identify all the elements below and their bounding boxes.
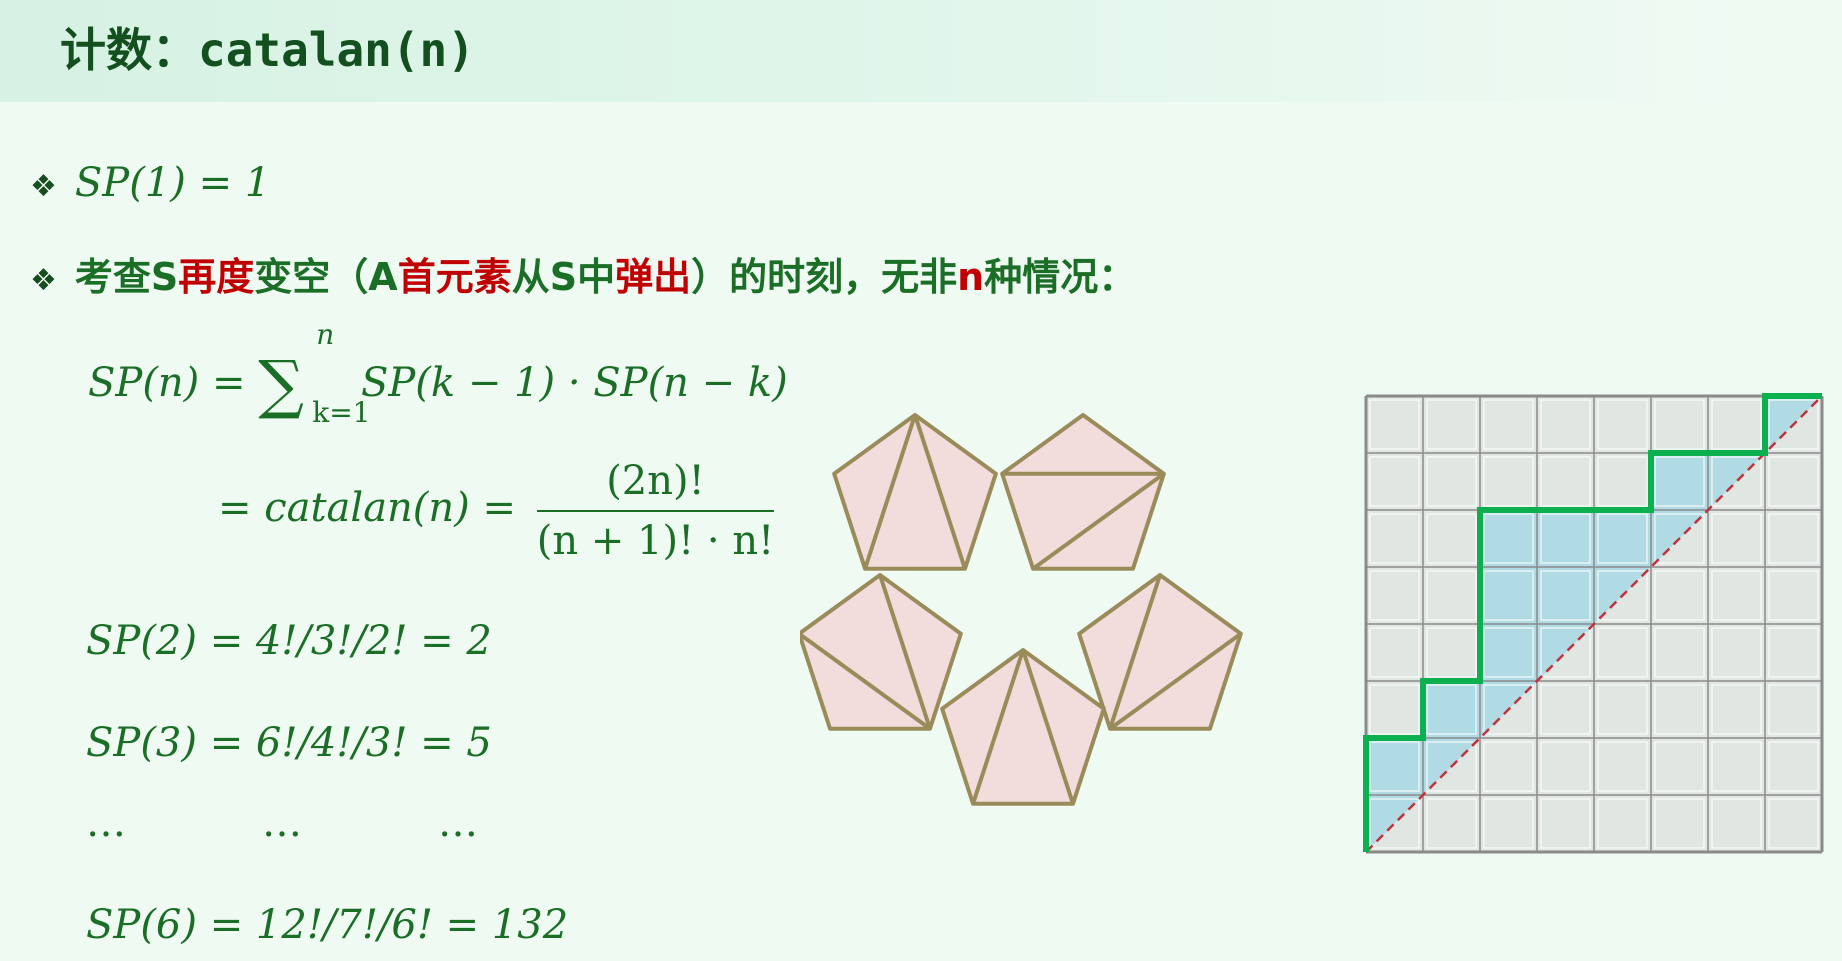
pentagon [832, 413, 998, 571]
description-segment: 考查S [74, 255, 179, 299]
description-segment: ）的时刻，无非 [691, 255, 958, 299]
diamond-bullet-icon: ❖ [30, 263, 57, 298]
bullet-description: ❖ 考查S再度变空（A首元素从S中弹出）的时刻，无非n种情况： [30, 246, 1136, 301]
title-prefix: 计数： [60, 23, 198, 77]
pentagon [1000, 413, 1166, 571]
ellipsis-1: … [86, 800, 126, 846]
example-sp2: SP(2) = 4!/3!/2! = 2 [86, 618, 492, 664]
pentagon [800, 573, 963, 731]
bullet-sp1: ❖ SP(1) = 1 [30, 160, 270, 206]
pentagon [940, 648, 1106, 806]
ellipsis-3: … [438, 800, 478, 846]
example-sp6: SP(6) = 12!/7!/6! = 132 [86, 902, 569, 948]
description-segment: 变空（A [254, 255, 398, 299]
description-text: 考查S再度变空（A首元素从S中弹出）的时刻，无非n种情况： [75, 255, 1136, 299]
sum-upper: n [316, 318, 335, 351]
pentagon-triangulations [800, 413, 1243, 806]
pentagon [1077, 573, 1243, 731]
description-segment: 首元素 [397, 255, 512, 299]
fraction-numerator: (2n)! [536, 458, 775, 512]
sum-symbol: ∑ [258, 348, 304, 422]
fraction-denominator: (n + 1)! · n! [536, 518, 775, 564]
description-segment: 再度 [178, 255, 255, 299]
example-sp3: SP(3) = 6!/4!/3! = 5 [86, 720, 492, 766]
pentagon-shape [940, 648, 1106, 806]
pentagon-shape [832, 413, 998, 571]
diamond-bullet-icon: ❖ [30, 169, 57, 204]
description-segment: 弹出 [615, 255, 692, 299]
description-segment: 种情况： [984, 255, 1137, 299]
title-code: catalan(n) [198, 23, 475, 77]
ellipsis-2: … [262, 800, 302, 846]
sp1-formula: SP(1) = 1 [74, 160, 271, 206]
description-segment: n [957, 255, 985, 299]
catalan-prefix: = catalan(n) = [218, 485, 529, 531]
page-title: 计数：catalan(n) [60, 14, 475, 86]
recurrence-formula: SP(n) = ∑ n k=1 SP(k − 1) · SP(n − k) [88, 318, 788, 429]
sum-lower: k=1 [312, 396, 371, 429]
description-segment: 从S中 [511, 255, 616, 299]
catalan-formula: = catalan(n) = (2n)! (n + 1)! · n! [218, 458, 775, 564]
catalan-fraction: (2n)! (n + 1)! · n! [536, 458, 775, 564]
lattice-path-diagram [1363, 393, 1824, 854]
formula-rhs: SP(k − 1) · SP(n − k) [348, 360, 788, 406]
formula-lhs: SP(n) = [88, 360, 259, 406]
